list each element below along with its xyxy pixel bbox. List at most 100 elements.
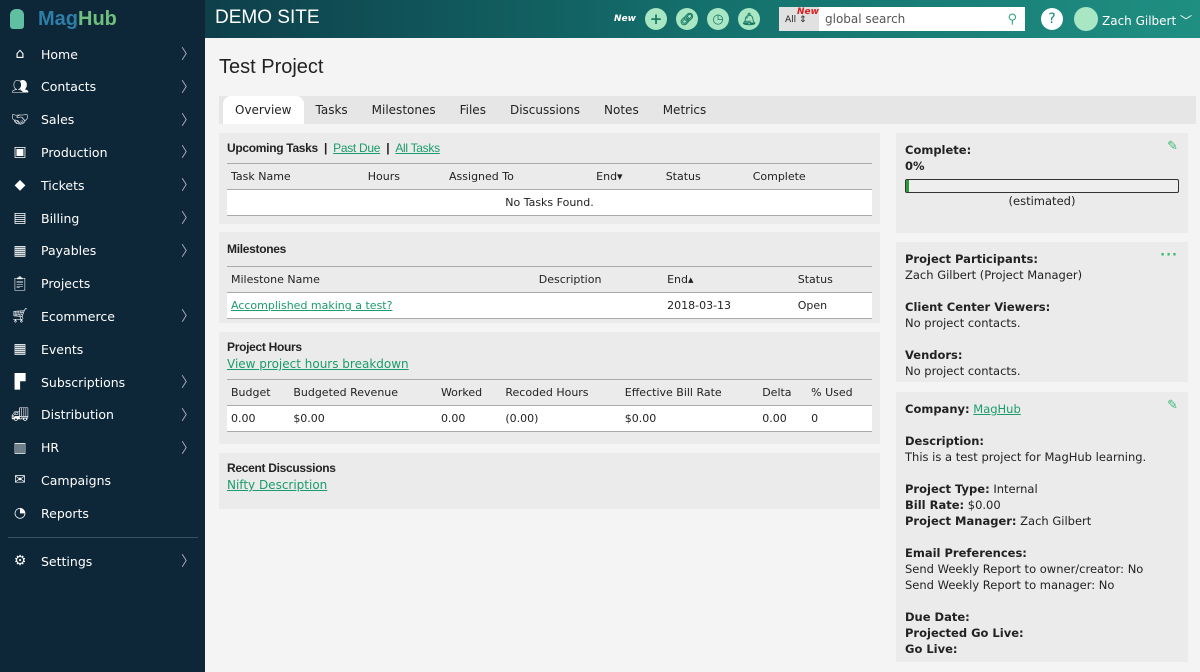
- sidebar-item-subscriptions[interactable]: ▛ Subscriptions 〉: [0, 367, 205, 397]
- history-clock-icon[interactable]: ◷: [707, 8, 729, 30]
- vendors-label: Vendors:: [905, 348, 963, 362]
- sidebar-item-label: Campaigns: [41, 472, 112, 488]
- table-cell: 0.00: [758, 405, 808, 432]
- sidebar-item-contacts[interactable]: 👥︎ Contacts 〉: [0, 72, 205, 102]
- recent-discussions-title: Recent Discussions: [227, 461, 336, 475]
- all-tasks-link[interactable]: All Tasks: [395, 141, 440, 155]
- tab-files[interactable]: Files: [448, 96, 498, 124]
- column-header[interactable]: Complete: [748, 163, 872, 190]
- column-header[interactable]: Budget: [227, 379, 290, 406]
- discussion-link[interactable]: Nifty Description: [227, 478, 327, 492]
- tab-discussions[interactable]: Discussions: [498, 96, 592, 124]
- ticket-icon: ◆: [14, 177, 26, 194]
- sidebar-item-events[interactable]: ▦ Events: [0, 334, 205, 364]
- vendors-value: No project contacts.: [905, 364, 1021, 378]
- chevron-right-icon: 〉: [181, 79, 195, 96]
- past-due-link[interactable]: Past Due: [333, 141, 380, 155]
- help-button[interactable]: ?: [1041, 8, 1063, 30]
- email-pref-owner: Send Weekly Report to owner/creator: No: [905, 562, 1144, 576]
- column-header[interactable]: Task Name: [227, 163, 364, 190]
- column-header[interactable]: Worked: [436, 379, 502, 406]
- sidebar-item-home[interactable]: ⌂ Home 〉: [0, 39, 205, 69]
- column-header[interactable]: Hours: [363, 163, 446, 190]
- sidebar-item-label: Payables: [41, 243, 97, 259]
- participants-panel: ··· Project Participants: Zach Gilbert (…: [896, 242, 1188, 382]
- billing-icon: ▤: [13, 210, 27, 226]
- logo[interactable]: Mag Hub: [0, 0, 205, 38]
- upcoming-tasks-title[interactable]: Upcoming Tasks: [227, 141, 318, 155]
- column-header[interactable]: % Used: [807, 379, 872, 406]
- tab-bar: Overview Tasks Milestones Files Discussions N…: [219, 96, 1196, 124]
- tab-notes[interactable]: Notes: [592, 96, 651, 124]
- column-header[interactable]: Milestone Name: [227, 266, 535, 293]
- sidebar-item-tickets[interactable]: ◆ Tickets 〉: [0, 170, 205, 200]
- email-pref-manager: Send Weekly Report to manager: No: [905, 578, 1115, 592]
- subscriptions-icon: ▛: [14, 374, 26, 390]
- sidebar-item-sales[interactable]: 🤝︎ Sales 〉: [0, 105, 205, 135]
- gear-icon: ⚙: [13, 553, 27, 569]
- column-header[interactable]: End▴: [663, 266, 794, 293]
- sidebar-item-label: Reports: [41, 505, 89, 521]
- hr-icon: ▥: [13, 439, 27, 456]
- add-new-button[interactable]: +: [645, 8, 667, 30]
- empty-message: No Tasks Found.: [227, 189, 872, 216]
- home-icon: ⌂: [15, 46, 25, 62]
- more-options-icon[interactable]: ···: [1160, 248, 1178, 264]
- hours-breakdown-link[interactable]: View project hours breakdown: [227, 357, 872, 371]
- progress-bar: [905, 179, 1179, 193]
- sidebar-item-projects[interactable]: 📋︎ Projects: [0, 269, 205, 299]
- maghub-logo-icon: [10, 9, 24, 29]
- search-input[interactable]: global search: [819, 12, 1007, 26]
- tab-metrics[interactable]: Metrics: [651, 96, 719, 124]
- table-cell: $0.00: [620, 405, 759, 432]
- milestones-table: Milestone Name Description End▴ Status Accom…: [227, 266, 872, 319]
- search-icon[interactable]: ⚲: [1007, 12, 1017, 27]
- tab-milestones[interactable]: Milestones: [360, 96, 448, 124]
- sidebar-item-ecommerce[interactable]: 🛒︎ Ecommerce 〉: [0, 301, 205, 331]
- new-label: New: [614, 14, 636, 24]
- chevron-right-icon: 〉: [181, 47, 195, 63]
- sidebar-item-settings[interactable]: ⚙ Settings 〉: [0, 546, 205, 576]
- table-row: Accomplished making a test? 2018-03-13 Ope…: [227, 292, 872, 319]
- project-type-value: Internal: [993, 482, 1038, 496]
- notifications-bell-icon[interactable]: 🔔︎: [738, 8, 760, 30]
- tasks-panel: Upcoming Tasks | Past Due | All Tasks Ta…: [219, 133, 880, 224]
- chevron-right-icon: 〉: [181, 407, 195, 424]
- separator: |: [386, 141, 390, 155]
- tab-tasks[interactable]: Tasks: [304, 96, 360, 124]
- column-header[interactable]: End▾: [592, 163, 662, 190]
- column-header[interactable]: Assigned To: [445, 163, 593, 190]
- milestone-link[interactable]: Accomplished making a test?: [231, 299, 392, 312]
- avatar[interactable]: [1074, 7, 1098, 31]
- column-header[interactable]: Delta: [758, 379, 808, 406]
- column-header[interactable]: Description: [534, 266, 664, 293]
- separator: |: [324, 141, 328, 155]
- column-header[interactable]: Recoded Hours: [501, 379, 621, 406]
- edit-pencil-icon[interactable]: ✎: [1167, 398, 1178, 414]
- sidebar-item-label: Distribution: [41, 407, 114, 423]
- tab-overview[interactable]: Overview: [223, 96, 304, 124]
- chevron-right-icon: 〉: [181, 375, 195, 391]
- sidebar-item-label: Production: [41, 144, 108, 160]
- sidebar-item-distribution[interactable]: 🚚︎ Distribution 〉: [0, 400, 205, 430]
- client-viewers-value: No project contacts.: [905, 316, 1021, 330]
- sidebar-item-hr[interactable]: ▥ HR 〉: [0, 433, 205, 463]
- project-hours-title: Project Hours: [227, 340, 302, 354]
- column-header[interactable]: Status: [661, 163, 749, 190]
- link-icon[interactable]: 🔗︎: [676, 8, 698, 30]
- sidebar-item-payables[interactable]: ▦ Payables 〉: [0, 236, 205, 266]
- column-header[interactable]: Budgeted Revenue: [289, 379, 437, 406]
- user-menu[interactable]: Zach Gilbert ﹀: [1102, 12, 1192, 29]
- column-header[interactable]: Effective Bill Rate: [620, 379, 759, 406]
- edit-pencil-icon[interactable]: ✎: [1167, 139, 1178, 155]
- company-link[interactable]: MagHub: [973, 402, 1021, 416]
- sidebar-item-reports[interactable]: ◔ Reports: [0, 498, 205, 528]
- sidebar-item-label: Contacts: [41, 79, 97, 95]
- sidebar-item-billing[interactable]: ▤ Billing 〉: [0, 203, 205, 233]
- column-header[interactable]: Status: [793, 266, 872, 293]
- sidebar-item-campaigns[interactable]: ✉ Campaigns: [0, 465, 205, 495]
- project-manager-label: Project Manager:: [905, 514, 1017, 528]
- bill-rate-value: $0.00: [967, 498, 1001, 512]
- search-scope-select[interactable]: All ⇕ New: [779, 7, 819, 31]
- sidebar-item-production[interactable]: ▣ Production 〉: [0, 137, 205, 167]
